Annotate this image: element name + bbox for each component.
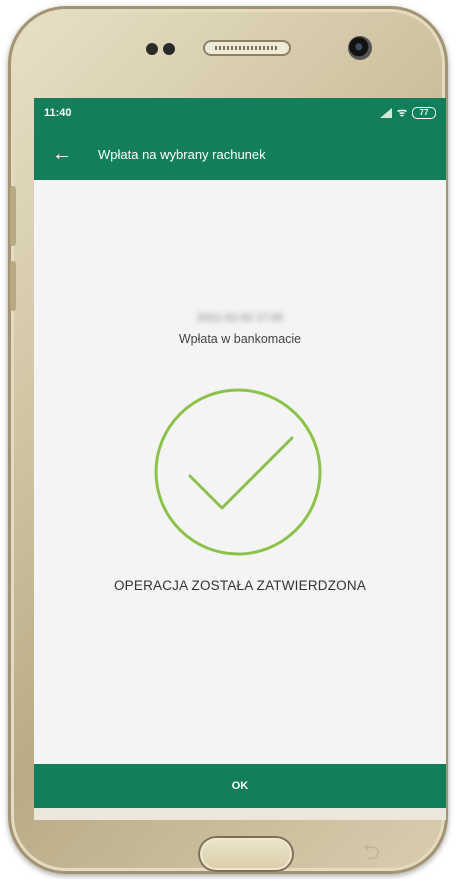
nav-area	[34, 808, 446, 820]
volume-up-button	[10, 186, 16, 246]
page-title: Wpłata na wybrany rachunek	[98, 146, 266, 162]
screen: 11:40 ᯤ 77 ← Wpłata na wybrany rachunek …	[34, 98, 446, 820]
transaction-type: Wpłata w bankomacie	[178, 332, 302, 346]
confirmation-content: 2021-02-02 17:05 Wpłata w bankomacie OPE…	[34, 180, 446, 820]
sensor-dots	[146, 43, 175, 55]
stage: ⮌ 11:40 ᯤ 77 ← Wpłata na wybrany rachune…	[0, 0, 456, 879]
ok-button[interactable]: OK	[34, 764, 446, 808]
status-icons: ᯤ 77	[379, 106, 436, 119]
result-message: OPERACJA ZOSTAŁA ZATWIERDZONA	[113, 578, 367, 593]
back-key-icon[interactable]: ⮌	[356, 840, 386, 864]
status-time: 11:40	[44, 107, 72, 119]
home-button[interactable]	[198, 836, 294, 872]
earpiece-speaker	[203, 40, 291, 56]
wifi-icon: ᯤ	[396, 106, 407, 119]
arrow-left-icon[interactable]: ←	[34, 144, 90, 164]
front-camera-icon	[348, 36, 372, 60]
battery-icon: 77	[412, 107, 436, 119]
status-bar: 11:40 ᯤ 77	[34, 98, 446, 128]
signal-icon	[379, 108, 392, 118]
recent-apps-icon[interactable]	[103, 846, 129, 862]
transaction-datetime: 2021-02-02 17:05	[196, 312, 284, 324]
app-bar: ← Wpłata na wybrany rachunek	[34, 128, 446, 180]
checkmark-circle-icon	[152, 386, 324, 558]
volume-down-button	[10, 261, 16, 311]
